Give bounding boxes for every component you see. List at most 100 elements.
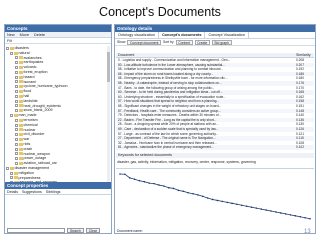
trend-point (206, 197, 209, 199)
tree-expander-icon[interactable] (15, 66, 18, 70)
folder-icon (14, 176, 18, 180)
search-button[interactable]: Search (67, 228, 84, 233)
tree-expander-icon[interactable] (10, 114, 13, 118)
column-similarity[interactable]: Similarity (296, 53, 314, 57)
sortby-select[interactable]: Content (175, 39, 193, 45)
trend-point (255, 207, 258, 209)
tab-suggestions[interactable]: Suggestions (22, 190, 42, 194)
trend-point (119, 173, 121, 175)
concept-tree[interactable]: disasters natural avalanches earthquakes vol… (6, 46, 110, 182)
trend-point (187, 191, 190, 194)
trend-point (250, 206, 253, 208)
tab-concepts-documents[interactable]: Concept's documents (158, 32, 206, 38)
concepts-filter[interactable]: Filt (5, 38, 111, 44)
menu-move[interactable]: Move (20, 33, 29, 37)
tree-expander-icon[interactable] (15, 56, 18, 60)
folder-icon (19, 147, 23, 151)
folder-icon (19, 162, 23, 166)
trend-point (148, 182, 151, 184)
tree-expander-icon[interactable] (15, 138, 18, 142)
trend-point (265, 209, 267, 211)
tree-expander-icon[interactable] (15, 133, 18, 137)
tree-expander-icon[interactable] (15, 147, 18, 151)
folder-icon (19, 128, 23, 132)
trend-point (221, 200, 224, 203)
tree-expander-icon[interactable] (15, 142, 18, 146)
tree-expander-icon[interactable] (15, 152, 18, 156)
trend-point (158, 184, 160, 186)
clear-button[interactable]: Clear (85, 228, 100, 233)
tree-expander-icon[interactable] (15, 70, 18, 74)
trend-point (245, 205, 248, 208)
folder-icon (19, 70, 23, 74)
ontology-details-title: Ontology details (115, 25, 315, 32)
trend-point (138, 179, 141, 182)
tab-details[interactable]: Details (7, 190, 18, 194)
tree-expander-icon[interactable] (15, 75, 18, 79)
tree-expander-icon[interactable] (6, 46, 9, 50)
tree-expander-icon[interactable] (15, 90, 18, 94)
trend-point (177, 189, 180, 192)
folder-icon (19, 138, 23, 142)
trend-point (270, 210, 272, 212)
tree-expander-icon[interactable] (15, 109, 18, 113)
tree-expander-icon[interactable] (10, 51, 13, 55)
folder-icon (14, 114, 18, 118)
tab-ontology-visualization[interactable]: Ontology visualization (115, 32, 159, 38)
tree-expander-icon[interactable] (15, 123, 18, 127)
std-graph-button[interactable]: Std graph (211, 39, 232, 45)
menu-new[interactable]: New (7, 33, 15, 37)
folder-icon (19, 142, 23, 146)
concepts-panel: Concepts New Move Delete Filt disasters n… (4, 24, 112, 234)
tree-expander-icon[interactable] (6, 166, 9, 170)
trend-point (309, 217, 311, 220)
concepts-panel-title: Concepts (5, 25, 111, 32)
trend-point (231, 202, 233, 205)
tree-expander-icon[interactable] (15, 128, 18, 132)
tree-expander-icon[interactable] (15, 61, 18, 65)
folder-icon (10, 166, 14, 170)
documents-toolbar: Show Concept document Sort by Content Cr… (115, 39, 315, 46)
folder-icon (19, 94, 23, 98)
page-number: 13 (304, 229, 311, 235)
divider (116, 168, 314, 169)
toolbar-sortby-label: Sort by (162, 40, 174, 44)
tree-expander-icon[interactable] (15, 162, 18, 166)
trend-point (128, 177, 131, 179)
tree-scrollbar[interactable] (107, 46, 110, 182)
tab-concept-visualization[interactable]: Concept Visualization (205, 32, 249, 38)
ontology-details-panel: Ontology details Ontology visualization … (114, 24, 316, 234)
tree-expander-icon[interactable] (15, 99, 18, 103)
column-document[interactable]: Document (116, 53, 296, 57)
concept-search-input[interactable] (7, 228, 65, 233)
tree-expander-icon[interactable] (15, 80, 18, 84)
tree-expander-icon[interactable] (10, 176, 13, 180)
tree-expander-icon[interactable] (15, 85, 18, 89)
tree-expander-icon[interactable] (15, 94, 18, 98)
menu-delete[interactable]: Delete (34, 33, 45, 37)
show-select[interactable]: Concept document (127, 39, 161, 45)
folder-icon (14, 171, 18, 175)
folder-icon (19, 133, 23, 137)
folder-icon (19, 104, 23, 108)
tab-sibblings[interactable]: Sibblings (46, 190, 61, 194)
folder-icon (10, 46, 14, 50)
trend-point (153, 182, 155, 185)
tree-expander-icon[interactable] (15, 104, 18, 108)
tree-expander-icon[interactable] (15, 118, 18, 122)
table-row[interactable]: 81 - Agencies - standardize the phase of… (116, 145, 314, 150)
create-button[interactable]: Create (194, 39, 210, 45)
tree-expander-icon[interactable] (15, 157, 18, 161)
folder-icon (14, 51, 18, 55)
toolbar-show-label: Show (117, 40, 126, 44)
documents-table: 0 - Logistics and supply - Communication… (116, 58, 314, 151)
trend-point (202, 195, 204, 198)
trend-point (289, 214, 292, 216)
ontology-tabs: Ontology visualization Concept's documen… (115, 32, 315, 39)
similarity-cell: 0.102 (296, 145, 304, 150)
trend-point (211, 198, 214, 201)
document-name-label: Document name: (117, 229, 143, 233)
tree-expander-icon[interactable] (10, 171, 13, 175)
trend-point (284, 213, 287, 215)
trend-point (279, 212, 282, 214)
